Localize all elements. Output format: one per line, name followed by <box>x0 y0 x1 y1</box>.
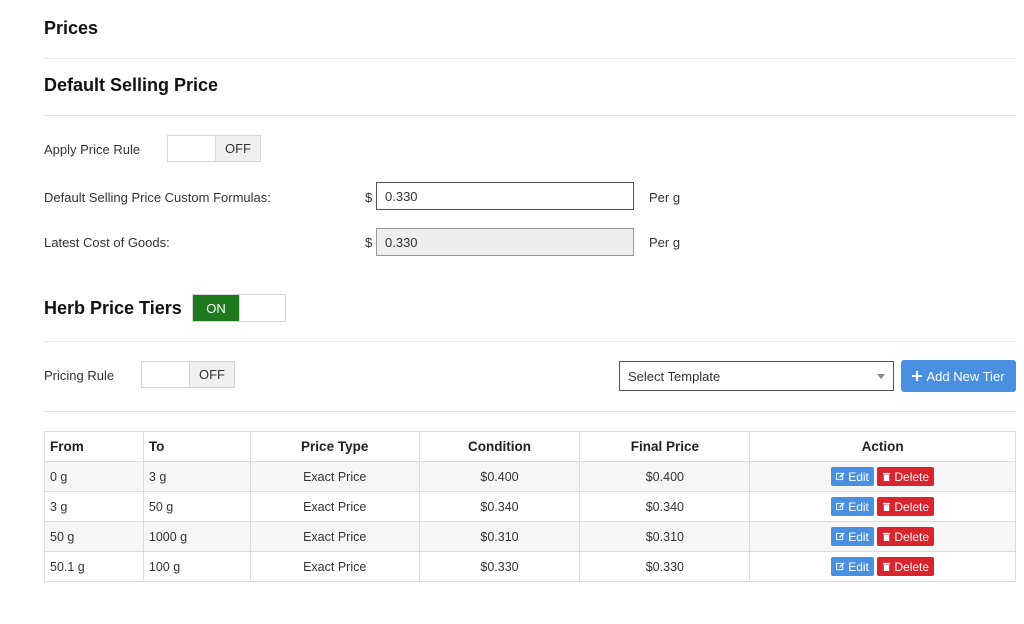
plus-icon <box>912 371 923 381</box>
cell-to: 3 g <box>142 461 251 492</box>
add-new-tier-label: Add New Tier <box>926 368 1005 384</box>
cell-action: Edit Delete <box>749 491 1016 522</box>
delete-button[interactable]: Delete <box>877 497 935 516</box>
edit-icon <box>836 502 845 511</box>
column-header-from: From <box>44 431 144 462</box>
cell-price-type: Exact Price <box>249 461 420 492</box>
table-row: 50 g 1000 g Exact Price $0.310 $0.310 Ed… <box>44 521 1016 552</box>
apply-price-rule-label: Apply Price Rule <box>44 142 141 157</box>
column-header-to: To <box>142 431 251 462</box>
edit-button[interactable]: Edit <box>831 527 874 546</box>
chevron-down-icon <box>877 373 885 379</box>
cell-condition: $0.340 <box>418 491 581 522</box>
latest-cost-unit: Per g <box>649 235 681 250</box>
cell-final-price: $0.340 <box>579 491 751 522</box>
delete-label: Delete <box>894 559 930 574</box>
delete-label: Delete <box>894 499 930 514</box>
toggle-knob <box>239 295 285 321</box>
delete-button[interactable]: Delete <box>877 527 935 546</box>
table-row: 50.1 g 100 g Exact Price $0.330 $0.330 E… <box>44 551 1016 582</box>
table-row: 3 g 50 g Exact Price $0.340 $0.340 Edit … <box>44 491 1016 522</box>
herb-price-tiers-toggle[interactable]: ON <box>192 294 286 322</box>
custom-formula-unit: Per g <box>649 190 681 205</box>
page-title: Prices <box>44 18 99 38</box>
currency-symbol: $ <box>365 235 373 250</box>
trash-icon <box>883 562 891 571</box>
trash-icon <box>883 472 891 481</box>
toggle-knob <box>168 136 215 161</box>
cell-to: 50 g <box>142 491 251 522</box>
divider <box>44 115 1016 116</box>
edit-icon <box>836 472 845 481</box>
cell-condition: $0.400 <box>418 461 581 492</box>
edit-button[interactable]: Edit <box>831 497 874 516</box>
delete-button[interactable]: Delete <box>877 467 935 486</box>
cell-action: Edit Delete <box>749 461 1016 492</box>
edit-icon <box>836 532 845 541</box>
table-row: 0 g 3 g Exact Price $0.400 $0.400 Edit D… <box>44 461 1016 492</box>
latest-cost-label: Latest Cost of Goods: <box>44 235 170 250</box>
toggle-state: ON <box>193 295 239 321</box>
cell-action: Edit Delete <box>749 551 1016 582</box>
currency-symbol: $ <box>365 190 373 205</box>
cell-to: 1000 g <box>142 521 251 552</box>
template-select-value: Select Template <box>628 368 721 384</box>
divider <box>44 341 1016 342</box>
trash-icon <box>883 532 891 541</box>
pricing-rule-label: Pricing Rule <box>44 368 115 383</box>
column-header-price-type: Price Type <box>249 431 420 462</box>
toggle-state: OFF <box>215 136 260 161</box>
divider <box>44 58 1016 59</box>
edit-button[interactable]: Edit <box>831 467 874 486</box>
cell-final-price: $0.400 <box>579 461 751 492</box>
cell-price-type: Exact Price <box>249 491 420 522</box>
cell-price-type: Exact Price <box>249 521 420 552</box>
cell-condition: $0.310 <box>418 521 581 552</box>
default-selling-price-heading: Default Selling Price <box>44 75 219 95</box>
column-header-final-price: Final Price <box>579 431 751 462</box>
column-header-action: Action <box>749 431 1016 462</box>
delete-label: Delete <box>894 469 930 484</box>
table-header-row: From To Price Type Condition Final Price… <box>44 431 1016 462</box>
edit-label: Edit <box>848 529 869 544</box>
add-new-tier-button[interactable]: Add New Tier <box>901 360 1016 392</box>
cell-condition: $0.330 <box>418 551 581 582</box>
pricing-rule-toggle[interactable]: OFF <box>141 361 235 388</box>
cell-action: Edit Delete <box>749 521 1016 552</box>
delete-button[interactable]: Delete <box>877 557 935 576</box>
edit-label: Edit <box>848 559 869 574</box>
toggle-knob <box>142 362 189 387</box>
cell-from: 50 g <box>44 521 144 552</box>
cell-from: 50.1 g <box>44 551 144 582</box>
cell-price-type: Exact Price <box>249 551 420 582</box>
cell-final-price: $0.330 <box>579 551 751 582</box>
column-header-condition: Condition <box>418 431 581 462</box>
apply-price-rule-toggle[interactable]: OFF <box>167 135 261 162</box>
cell-from: 3 g <box>44 491 144 522</box>
edit-label: Edit <box>848 499 869 514</box>
cell-to: 100 g <box>142 551 251 582</box>
custom-formula-label: Default Selling Price Custom Formulas: <box>44 190 271 205</box>
toggle-state: OFF <box>189 362 234 387</box>
custom-formula-input[interactable]: 0.330 <box>376 182 634 210</box>
cell-from: 0 g <box>44 461 144 492</box>
edit-label: Edit <box>848 469 869 484</box>
template-select[interactable]: Select Template <box>619 361 894 391</box>
price-tiers-table: From To Price Type Condition Final Price… <box>44 431 1016 582</box>
herb-price-tiers-heading: Herb Price Tiers <box>44 298 182 318</box>
edit-icon <box>836 562 845 571</box>
edit-button[interactable]: Edit <box>831 557 874 576</box>
delete-label: Delete <box>894 529 930 544</box>
divider <box>44 411 1016 412</box>
cell-final-price: $0.310 <box>579 521 751 552</box>
trash-icon <box>883 502 891 511</box>
latest-cost-input: 0.330 <box>376 228 634 256</box>
